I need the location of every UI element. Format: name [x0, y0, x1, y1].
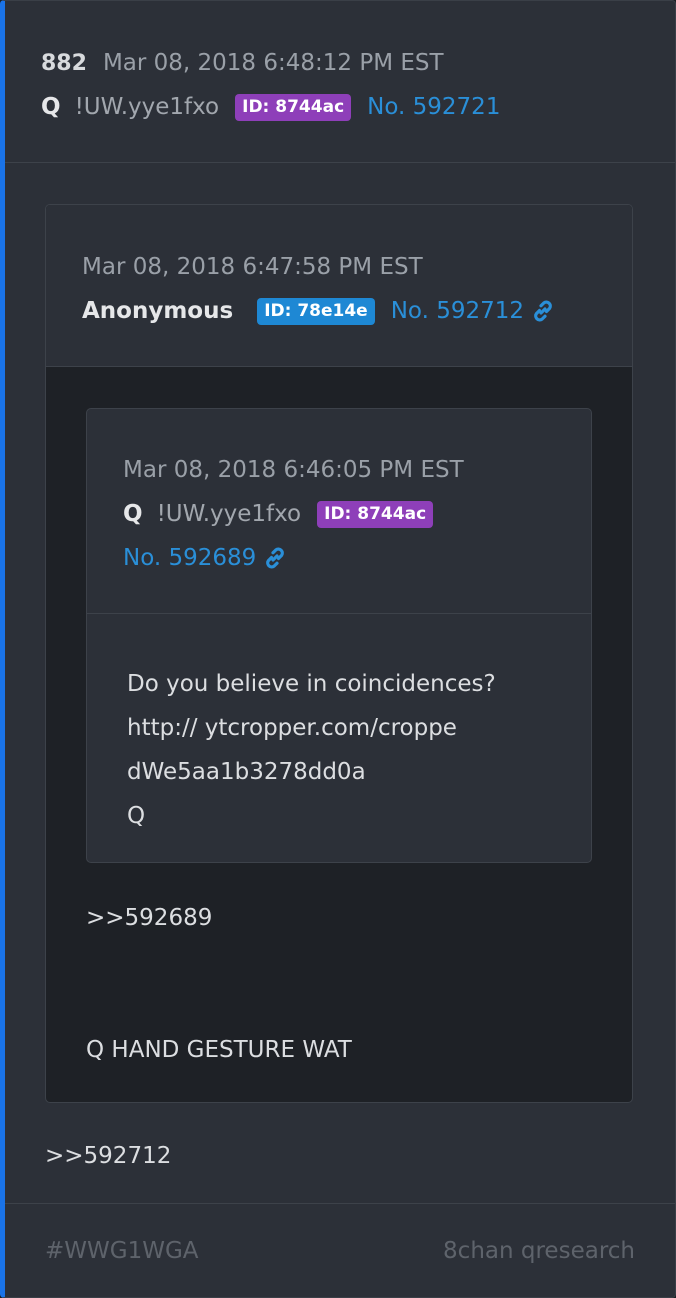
nested-quote-line: Do you believe in coincidences?: [127, 671, 496, 697]
quoted-post-reply-ref[interactable]: >>592689: [86, 905, 212, 931]
nested-quote-number-link[interactable]: No. 592689: [123, 545, 256, 571]
quoted-post-anonymous: Mar 08, 2018 6:47:58 PM EST Anonymous ID…: [45, 204, 633, 1103]
nested-quote-line: Q: [127, 803, 146, 829]
nested-quote-line: dWe5aa1b3278dd0a: [127, 759, 366, 785]
nested-quote-header: Mar 08, 2018 6:46:05 PM EST Q !UW.yye1fx…: [87, 409, 591, 614]
footer-hashtag: #WWG1WGA: [45, 1238, 199, 1264]
post-header: 882 Mar 08, 2018 6:48:12 PM EST Q !UW.yy…: [5, 1, 675, 163]
link-icon[interactable]: [530, 298, 556, 324]
post-tripcode: !UW.yye1fxo: [74, 94, 220, 120]
quoted-post-author: Anonymous: [82, 298, 234, 324]
post-index: 882: [41, 50, 87, 76]
nested-quote-body: Do you believe in coincidences? http:// …: [87, 614, 591, 838]
footer-source: 8chan qresearch: [443, 1238, 635, 1264]
post-number-link[interactable]: No. 592721: [367, 94, 500, 120]
nested-quote-author: Q: [123, 501, 143, 527]
post-footer: #WWG1WGA 8chan qresearch: [5, 1203, 675, 1298]
quoted-post-text: Q HAND GESTURE WAT: [86, 1037, 352, 1063]
quoted-post-number-link[interactable]: No. 592712: [391, 298, 524, 324]
post-author: Q: [41, 94, 61, 120]
quoted-post-q: Mar 08, 2018 6:46:05 PM EST Q !UW.yye1fx…: [86, 408, 592, 863]
post-id-badge: ID: 8744ac: [235, 93, 352, 121]
post-reply-ref[interactable]: >>592712: [45, 1143, 171, 1169]
nested-quote-tripcode: !UW.yye1fxo: [156, 501, 302, 527]
quoted-post-id-badge: ID: 78e14e: [257, 297, 375, 325]
quoted-post-header: Mar 08, 2018 6:47:58 PM EST Anonymous ID…: [46, 205, 632, 367]
nested-quote-line: http:// ytcropper.com/croppe: [127, 715, 457, 741]
post-card: 882 Mar 08, 2018 6:48:12 PM EST Q !UW.yy…: [0, 0, 676, 1298]
quoted-post-date: Mar 08, 2018 6:47:58 PM EST: [82, 254, 423, 280]
nested-quote-id-badge: ID: 8744ac: [317, 500, 434, 528]
link-icon[interactable]: [262, 545, 288, 571]
post-date: Mar 08, 2018 6:48:12 PM EST: [102, 50, 444, 76]
nested-quote-date: Mar 08, 2018 6:46:05 PM EST: [123, 457, 464, 483]
